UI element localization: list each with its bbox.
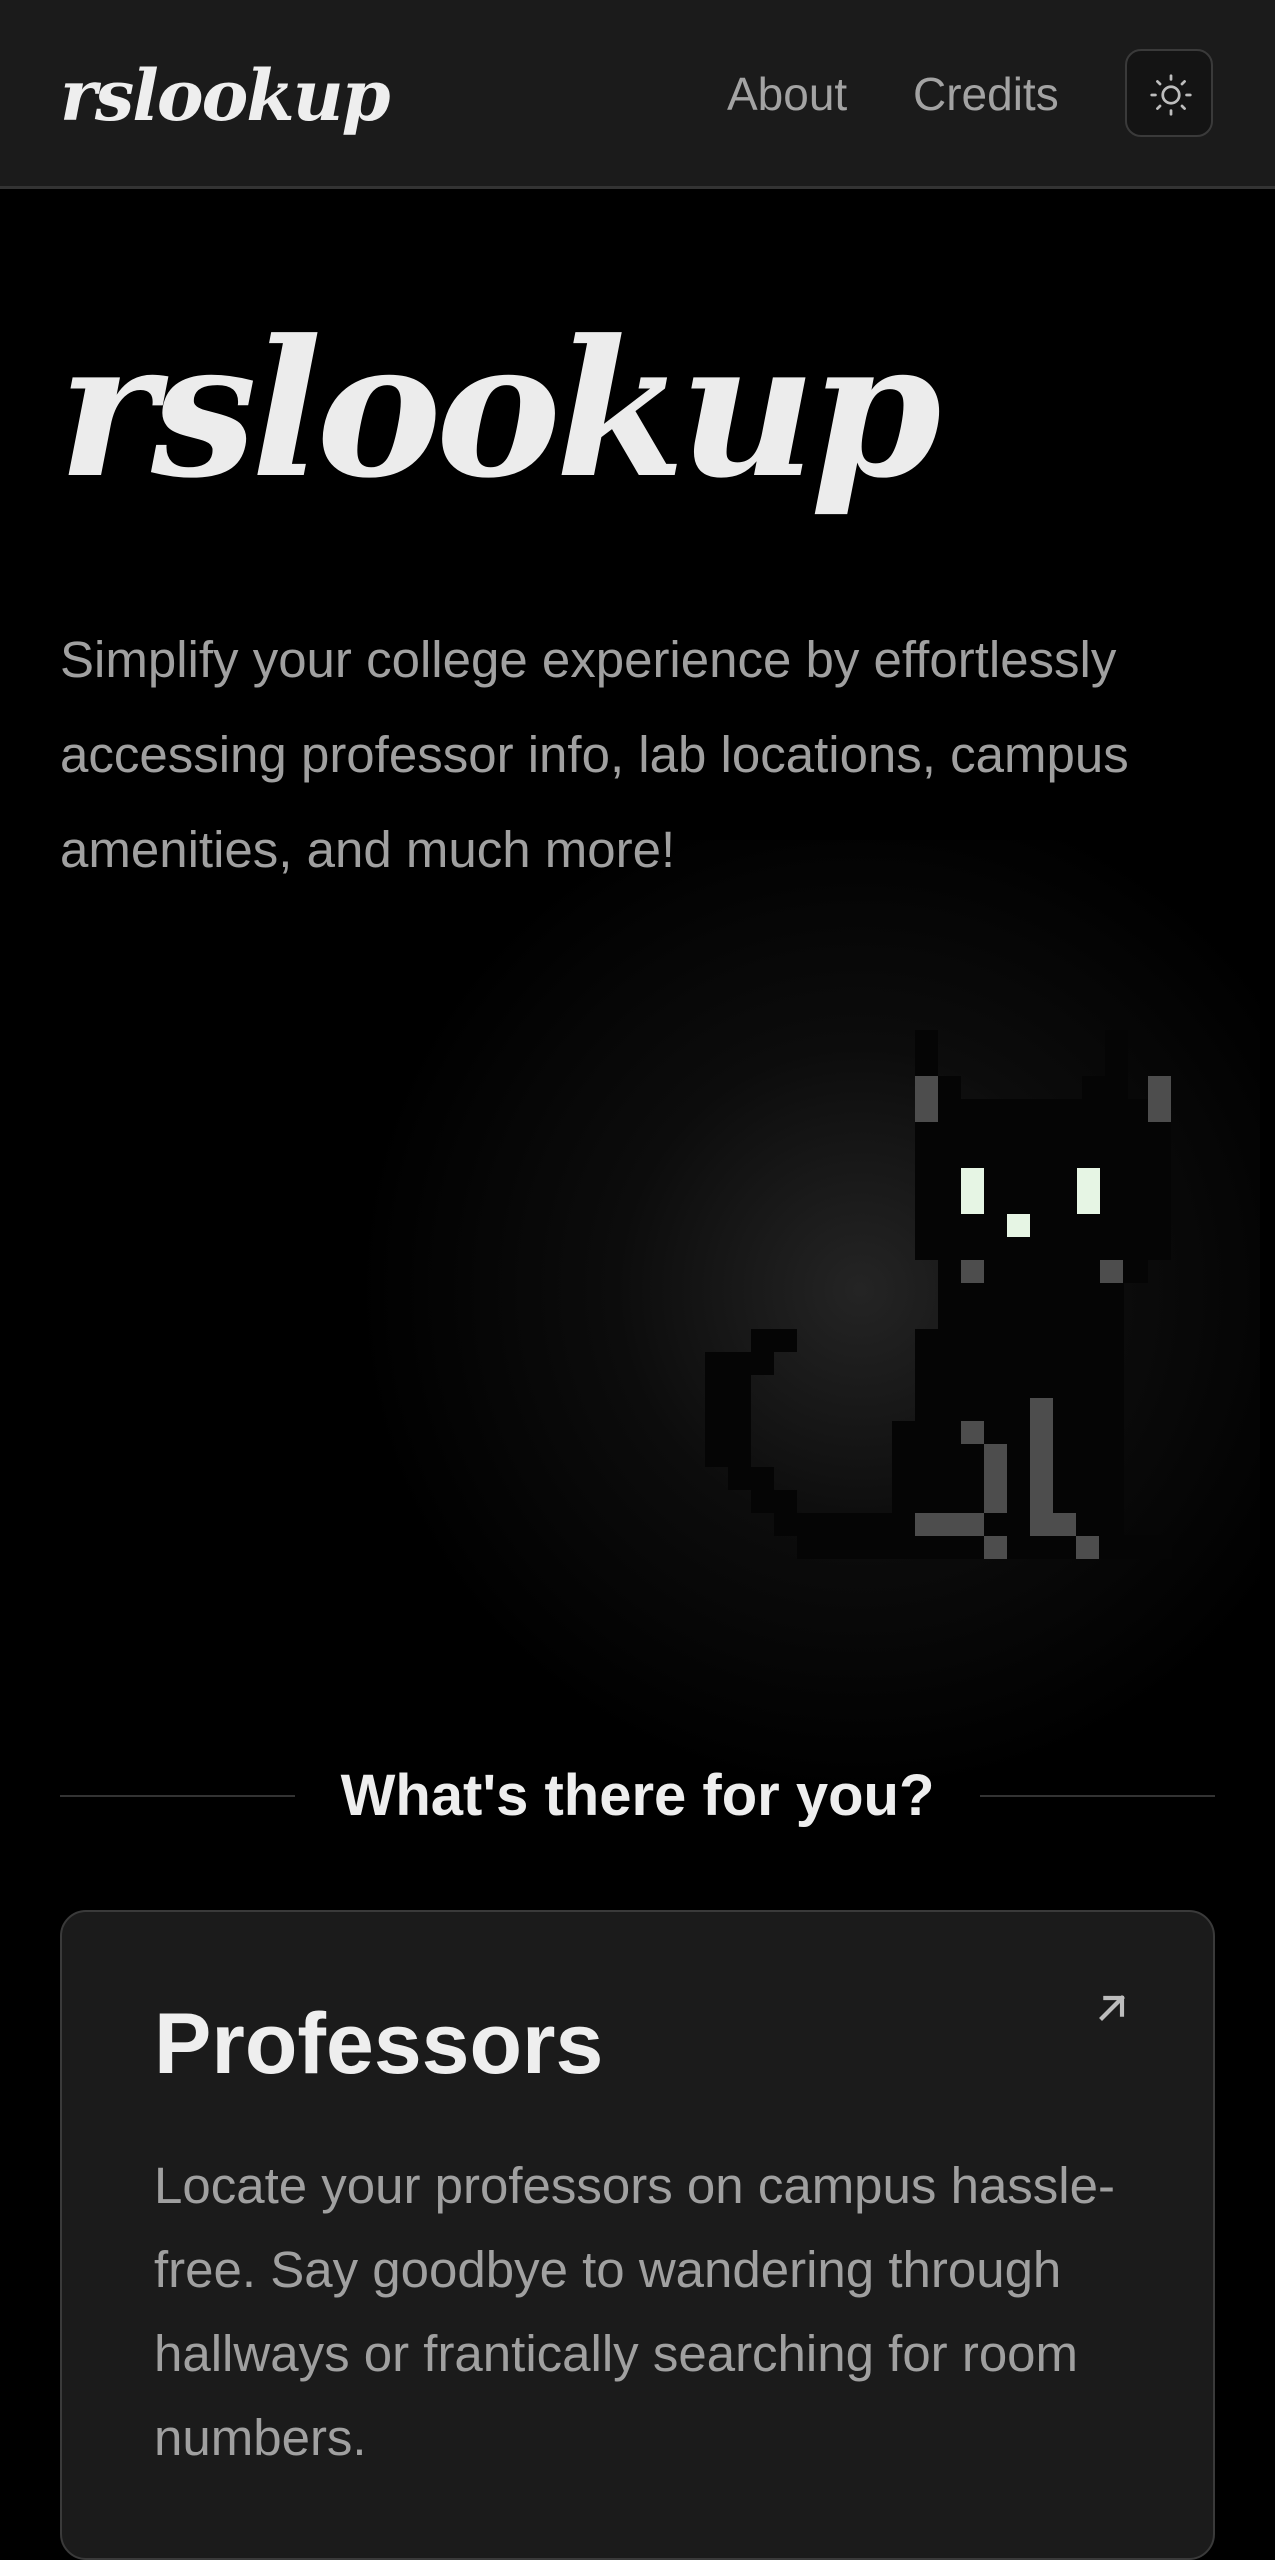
brand-logo-link[interactable]: rslookup <box>60 46 391 146</box>
features-heading: What's there for you? <box>60 1760 1215 1832</box>
nav-credits-link[interactable]: Credits <box>913 62 1059 126</box>
sun-icon <box>1150 74 1192 116</box>
theme-toggle-button[interactable] <box>1125 49 1213 137</box>
pixel-cat-icon <box>705 1030 1172 1559</box>
site-header: rslookup About Credits <box>0 0 1275 189</box>
feature-card-description: Locate your professors on campus hassle-… <box>154 2157 1115 2466</box>
divider-right <box>980 1795 1215 1797</box>
feature-card-title: Professors <box>154 1996 604 2092</box>
hero-title: rslookup <box>58 299 941 520</box>
arrow-up-right-icon <box>1099 1995 1125 2021</box>
nav-about-link[interactable]: About <box>727 62 847 126</box>
hero-description: Simplify your college experience by effo… <box>60 631 1129 878</box>
